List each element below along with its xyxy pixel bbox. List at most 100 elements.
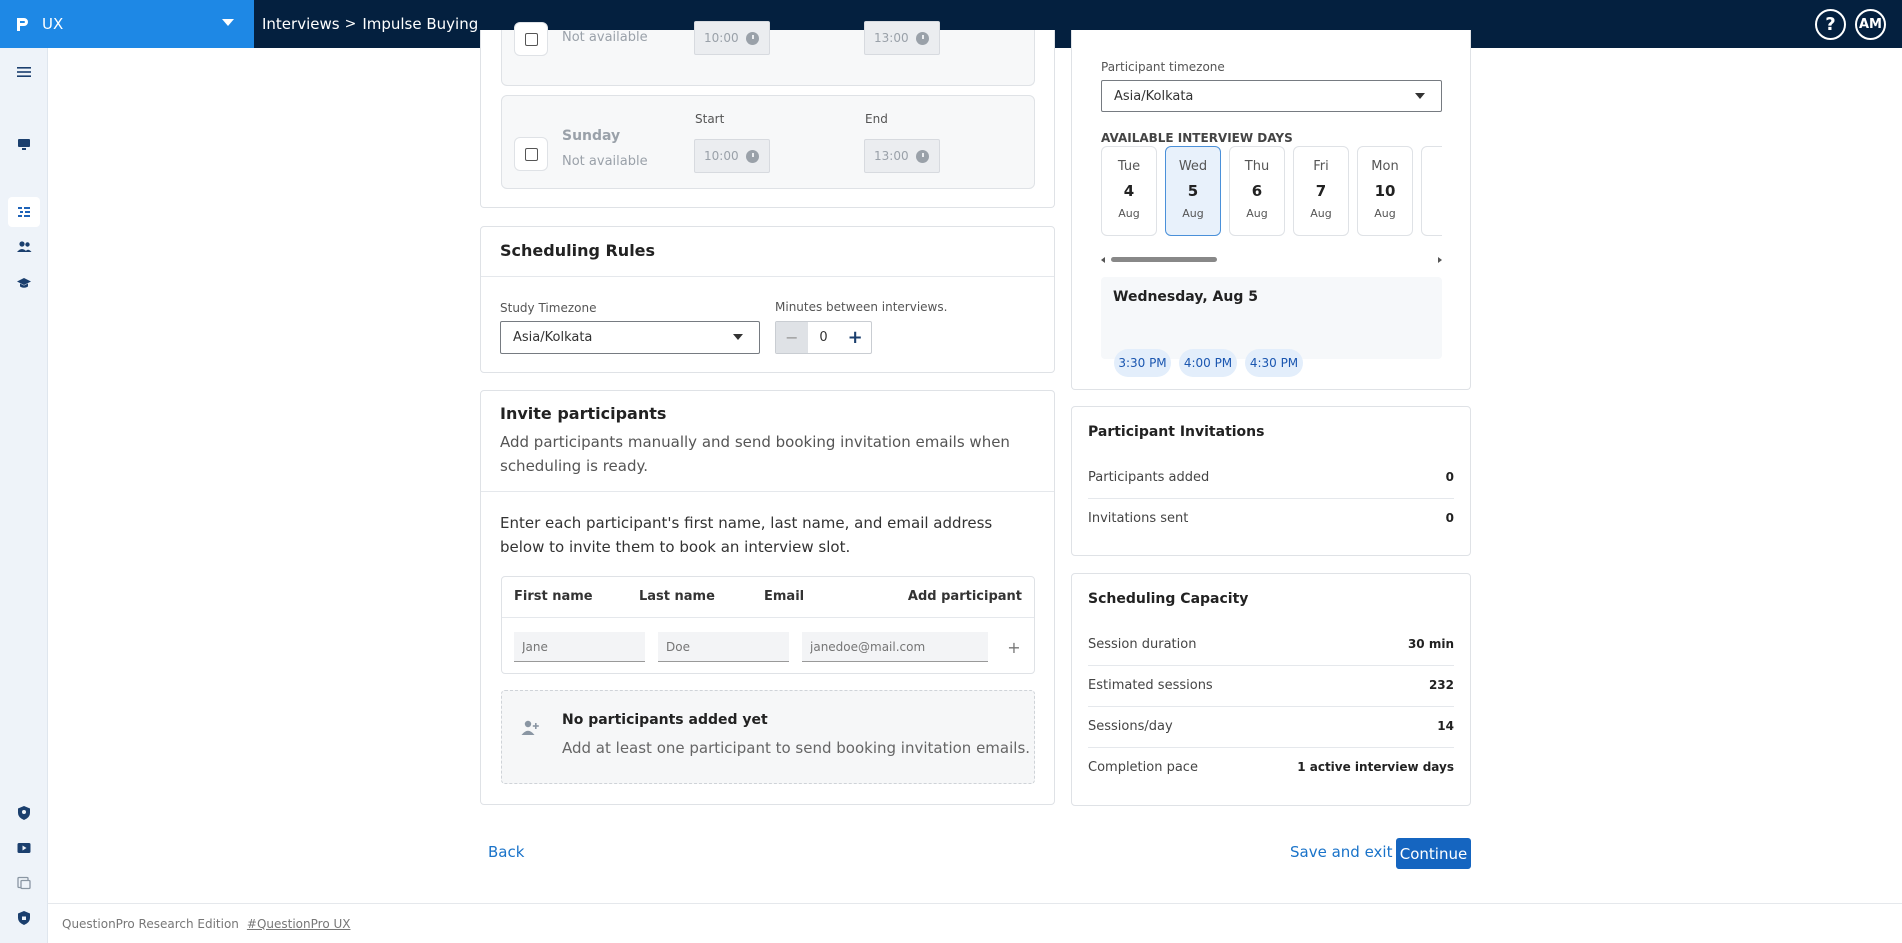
- scheduling-rules-card: Scheduling Rules Study Timezone Asia/Kol…: [480, 226, 1055, 373]
- clock-icon: [916, 150, 929, 163]
- time-slot[interactable]: 4:00 PM: [1179, 349, 1237, 377]
- day-chip[interactable]: Mon 10 Aug: [1357, 146, 1413, 236]
- side-rail: [0, 48, 48, 943]
- column-email: Email: [764, 589, 805, 604]
- empty-state: No participants added yet Add at least o…: [501, 690, 1035, 784]
- saturday-start-time[interactable]: 10:00: [694, 21, 770, 55]
- decrement-button[interactable]: −: [776, 322, 808, 353]
- day-chip[interactable]: Fri 7 Aug: [1293, 146, 1349, 236]
- participant-entry-table: First name Last name Email Add participa…: [501, 576, 1035, 674]
- time-slot-panel: Wednesday, Aug 5: [1101, 277, 1442, 359]
- participant-preview-card: Participant timezone Asia/Kolkata AVAILA…: [1071, 30, 1471, 390]
- column-last-name: Last name: [639, 589, 715, 604]
- stat-session-duration: Session duration 30 min: [1088, 625, 1454, 666]
- sunday-end-label: End: [865, 112, 888, 126]
- help-button[interactable]: ?: [1815, 9, 1846, 40]
- last-name-input[interactable]: [658, 632, 789, 662]
- back-button[interactable]: Back: [488, 843, 524, 861]
- people-icon[interactable]: [8, 232, 40, 262]
- empty-state-text: Add at least one participant to send boo…: [562, 739, 1031, 757]
- stat-participants-added: Participants added 0: [1088, 458, 1454, 499]
- saturday-end-time[interactable]: 13:00: [864, 21, 940, 55]
- workflow-icon[interactable]: [8, 197, 40, 227]
- hamburger-icon[interactable]: [8, 57, 40, 87]
- scheduling-capacity-card: Scheduling Capacity Session duration 30 m…: [1071, 573, 1471, 806]
- breadcrumb-interviews[interactable]: Interviews: [262, 15, 340, 33]
- day-chip[interactable]: Tue 4 Aug: [1101, 146, 1157, 236]
- add-person-icon: [521, 720, 539, 735]
- minutes-between-label: Minutes between interviews.: [775, 300, 948, 314]
- day-chip[interactable]: Thu 6 Aug: [1229, 146, 1285, 236]
- sunday-checkbox[interactable]: [514, 137, 548, 171]
- add-participant-button[interactable]: +: [1002, 635, 1026, 659]
- time-slot[interactable]: 4:30 PM: [1245, 349, 1303, 377]
- shield-icon[interactable]: [8, 798, 40, 828]
- invite-participants-title: Invite participants: [500, 404, 667, 423]
- scroll-left-icon: [1101, 257, 1105, 263]
- continue-button[interactable]: Continue: [1396, 838, 1471, 869]
- minutes-value[interactable]: 0: [808, 322, 840, 353]
- app-name: UX: [42, 15, 64, 33]
- sunday-end-time[interactable]: 13:00: [864, 139, 940, 173]
- divider: [481, 276, 1054, 277]
- breadcrumb-separator: >: [344, 16, 357, 32]
- save-and-exit-button[interactable]: Save and exit: [1290, 843, 1392, 861]
- horizontal-scrollbar[interactable]: [1101, 255, 1442, 265]
- study-timezone-label: Study Timezone: [500, 301, 597, 315]
- invite-participants-card: Invite participants Add participants man…: [480, 390, 1055, 805]
- scheduling-rules-title: Scheduling Rules: [500, 241, 656, 260]
- participant-invitations-title: Participant Invitations: [1088, 424, 1265, 440]
- first-name-input[interactable]: [514, 632, 645, 662]
- empty-state-title: No participants added yet: [562, 712, 768, 728]
- study-timezone-select[interactable]: Asia/Kolkata: [500, 321, 760, 354]
- column-first-name: First name: [514, 589, 593, 604]
- day-chip-partial[interactable]: [1421, 146, 1442, 236]
- stat-completion-pace: Completion pace 1 active interview days: [1088, 760, 1454, 775]
- invite-instructions: Enter each participant's first name, las…: [500, 514, 993, 556]
- scheduling-capacity-title: Scheduling Capacity: [1088, 591, 1249, 607]
- sunday-start-label: Start: [695, 112, 725, 126]
- saturday-checkbox[interactable]: [514, 22, 548, 56]
- questionpro-logo-icon: [17, 18, 28, 31]
- column-add-participant: Add participant: [907, 589, 1022, 604]
- stat-estimated-sessions: Estimated sessions 232: [1088, 666, 1454, 707]
- day-strip: Tue 4 Aug Wed 5 Aug Thu 6 Aug Fri 7 Aug Mon 10 Aug: [1101, 30, 1442, 270]
- clock-icon: [746, 150, 759, 163]
- scroll-right-icon: [1438, 257, 1442, 263]
- participant-invitations-card: Participant Invitations Participants add…: [1071, 406, 1471, 556]
- increment-button[interactable]: +: [839, 322, 871, 353]
- email-input[interactable]: [802, 632, 988, 662]
- breadcrumb: Interviews > Impulse Buying: [262, 0, 478, 48]
- availability-row-saturday: Not available 10:00 13:00: [501, 21, 1035, 86]
- minutes-stepper: − 0 +: [775, 321, 872, 354]
- scroll-thumb: [1111, 257, 1217, 262]
- sunday-status: Not available: [562, 154, 648, 169]
- monitor-icon[interactable]: [8, 129, 40, 159]
- stat-sessions-per-day: Sessions/day 14: [1088, 707, 1454, 748]
- clock-icon: [746, 32, 759, 45]
- time-slot[interactable]: 3:30 PM: [1114, 349, 1171, 377]
- sunday-start-time[interactable]: 10:00: [694, 139, 770, 173]
- chevron-down-icon: [733, 334, 743, 340]
- footer-tag-link[interactable]: #QuestionPro UX: [247, 917, 351, 931]
- shield-lock-icon[interactable]: [8, 903, 40, 933]
- availability-card: Not available 10:00 13:00 Sunday Not ava…: [480, 21, 1055, 208]
- invite-description: Add participants manually and send booki…: [500, 433, 1010, 475]
- sunday-label: Sunday: [562, 128, 621, 144]
- graduation-cap-icon[interactable]: [8, 268, 40, 298]
- footer: QuestionPro Research Edition #QuestionPr…: [48, 903, 1902, 943]
- breadcrumb-current: Impulse Buying: [362, 15, 479, 33]
- stat-invitations-sent: Invitations sent 0: [1088, 511, 1454, 526]
- saturday-status: Not available: [562, 30, 648, 45]
- gallery-icon[interactable]: [8, 868, 40, 898]
- selected-date: Wednesday, Aug 5: [1113, 289, 1258, 305]
- divider: [481, 491, 1054, 492]
- chevron-down-icon: [222, 19, 234, 26]
- app-switcher[interactable]: UX: [0, 0, 254, 48]
- divider: [502, 617, 1034, 618]
- day-chip-selected[interactable]: Wed 5 Aug: [1165, 146, 1221, 236]
- availability-row-sunday: Sunday Not available Start End 10:00 13:…: [501, 95, 1035, 189]
- user-avatar[interactable]: AM: [1855, 9, 1886, 40]
- video-icon[interactable]: [8, 833, 40, 863]
- clock-icon: [916, 32, 929, 45]
